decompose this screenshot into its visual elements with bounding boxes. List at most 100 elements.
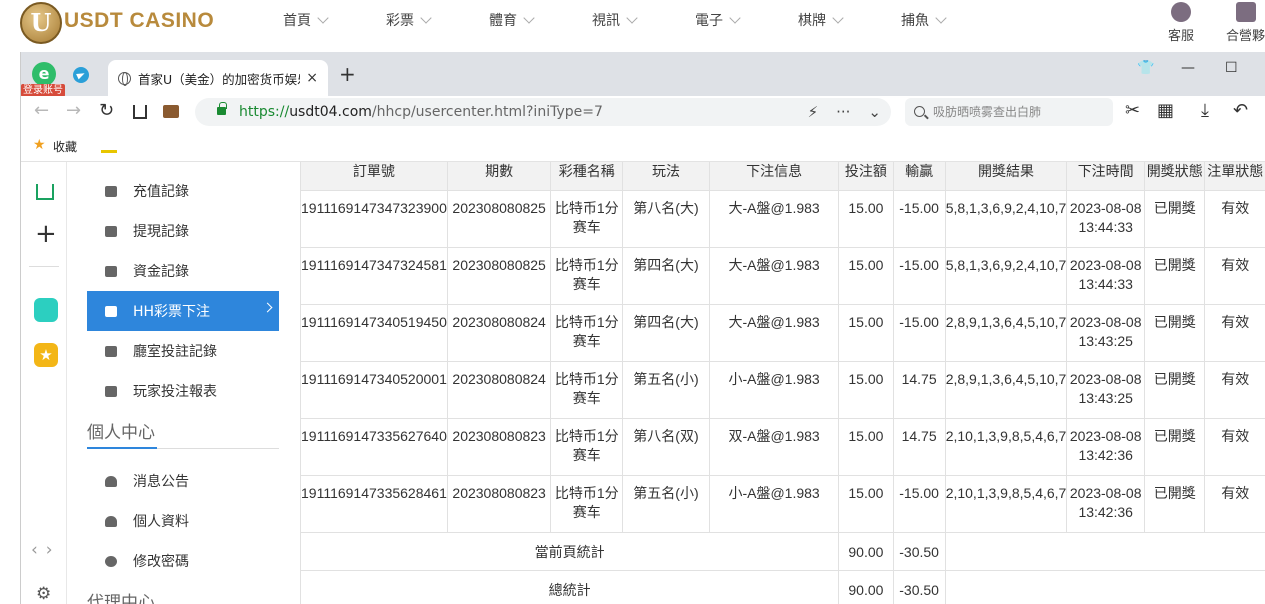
menu-fund-records[interactable]: 資金記錄: [87, 251, 279, 291]
reload-icon[interactable]: ↻: [99, 100, 114, 122]
menu-withdraw-records[interactable]: 提現記錄: [87, 211, 279, 251]
cell-bet-time: 2023-08-08 13:43:25: [1066, 361, 1146, 419]
cell-lottery-name: 比特币1分赛车: [550, 190, 624, 248]
browser-tab[interactable]: 首家U（美金）的加密货币娱乐 ×: [108, 60, 328, 96]
cell-win-loss: -15.00: [892, 304, 946, 362]
menu-label: 玩家投注報表: [133, 384, 217, 400]
cell-bet-amount: 15.00: [838, 190, 894, 248]
app-icon[interactable]: [34, 298, 58, 322]
menu-hall-bet-records[interactable]: 廳室投註記錄: [87, 331, 279, 371]
cell-play: 第八名(大): [622, 190, 710, 248]
cell-period: 202308080824: [446, 361, 552, 419]
new-tab-button[interactable]: +: [339, 64, 356, 84]
undo-icon[interactable]: ↶: [1233, 100, 1248, 122]
site-nav: 首頁 彩票 體育 視訊 電子 棋牌 捕魚: [283, 10, 981, 30]
total-empty: [944, 570, 1265, 604]
forward-arrow-icon[interactable]: →: [66, 100, 81, 122]
nav-sports[interactable]: 體育: [489, 10, 592, 30]
nav-lottery[interactable]: 彩票: [386, 10, 489, 30]
home-button[interactable]: [133, 105, 147, 119]
menu-hh-lottery-bets[interactable]: HH彩票下注: [87, 291, 279, 331]
nav-home[interactable]: 首頁: [283, 10, 386, 30]
cell-draw-status: 已開獎: [1144, 247, 1206, 305]
menu-deposit-records[interactable]: 充值記錄: [87, 171, 279, 211]
total-empty: [944, 532, 1265, 571]
cell-order-no: 1911169147340520001: [300, 361, 448, 419]
cell-win-loss: -15.00: [892, 475, 946, 533]
scissors-icon[interactable]: ✂: [1125, 100, 1140, 122]
tab-close-button[interactable]: ×: [306, 70, 318, 86]
minimize-button[interactable]: —: [1181, 60, 1195, 76]
url-protocol: https://: [239, 104, 290, 120]
cell-bet-status: 有效: [1204, 247, 1265, 305]
more-icon[interactable]: ···: [836, 98, 850, 126]
browser-extension-icon[interactable]: e: [32, 62, 56, 86]
nav-fishing[interactable]: 捕魚: [901, 10, 981, 30]
address-bar[interactable]: https://usdt04.com/hhcp/usercenter.html?…: [195, 98, 891, 126]
money-bag-icon: [105, 185, 117, 197]
chevron-down-icon: [317, 12, 329, 24]
cell-bet-amount: 15.00: [838, 361, 894, 419]
table-header-row: 訂單號 期數 彩種名稱 玩法 下注信息 投注額 輸贏 開獎結果 下注時間 開獎狀…: [300, 162, 1265, 191]
menu-label: 個人資料: [133, 514, 189, 530]
back-arrow-icon[interactable]: ←: [34, 100, 49, 122]
menu-profile[interactable]: 個人資料: [87, 501, 279, 541]
cell-bet-amount: 15.00: [838, 304, 894, 362]
nav-slots[interactable]: 電子: [695, 10, 798, 30]
report-icon: [105, 385, 117, 397]
grid-icon[interactable]: ▦: [1157, 100, 1174, 122]
logo-text[interactable]: USDT CASINO: [64, 8, 214, 34]
briefcase-button[interactable]: [163, 105, 179, 118]
cell-bet-info: 双-A盤@1.983: [708, 418, 840, 476]
list-icon: [105, 305, 117, 317]
cell-bet-time: 2023-08-08 13:44:33: [1066, 190, 1146, 248]
search-input[interactable]: 吸肪晒喷雾查出白肺: [905, 98, 1113, 126]
customer-service[interactable]: 客服: [1168, 0, 1194, 44]
bookmark-icon[interactable]: [101, 137, 117, 153]
lightning-icon[interactable]: ⚡: [808, 98, 819, 126]
cell-period: 202308080823: [446, 418, 552, 476]
bell-icon: [105, 475, 117, 487]
cell-period: 202308080823: [446, 475, 552, 533]
casino-logo[interactable]: U: [20, 2, 62, 44]
nav-live[interactable]: 視訊: [592, 10, 695, 30]
menu-notices[interactable]: 消息公告: [87, 461, 279, 501]
cell-win-loss: -15.00: [892, 190, 946, 248]
menu-change-password[interactable]: 修改密碼: [87, 541, 279, 581]
rail-collapse-arrows-icon[interactable]: ‹›: [31, 540, 61, 560]
cell-order-no: 1911169147347324581: [300, 247, 448, 305]
cell-order-no: 1911169147347323900: [300, 190, 448, 248]
add-icon[interactable]: +: [35, 221, 57, 247]
cell-win-loss: 14.75: [892, 418, 946, 476]
partner-label: 合營夥: [1226, 29, 1265, 44]
gear-icon[interactable]: ⚙: [36, 584, 51, 604]
download-icon[interactable]: ⤓: [1201, 100, 1209, 122]
maximize-button[interactable]: ☐: [1225, 60, 1238, 76]
cell-draw-status: 已開獎: [1144, 418, 1206, 476]
chevron-down-icon: [420, 12, 432, 24]
cell-bet-info: 大-A盤@1.983: [708, 190, 840, 248]
tab-title: 首家U（美金）的加密货币娱乐: [138, 71, 301, 87]
shirt-icon[interactable]: 👕: [1137, 60, 1154, 76]
cell-lottery-name: 比特币1分赛车: [550, 304, 624, 362]
menu-player-bet-report[interactable]: 玩家投注報表: [87, 371, 279, 411]
section-agent-center: 代理中心: [87, 593, 155, 604]
section-personal-center: 個人中心: [87, 423, 155, 443]
cell-order-no: 1911169147340519450: [300, 304, 448, 362]
cell-bet-status: 有效: [1204, 475, 1265, 533]
favorites-label[interactable]: 收藏: [53, 138, 77, 155]
cell-draw-result: 2,10,1,3,9,8,5,4,6,7: [944, 418, 1068, 476]
table-row: 1911169147340520001 202308080824 比特币1分赛车 第五…: [300, 361, 1265, 419]
telegram-icon[interactable]: [73, 67, 89, 83]
favorites-app-icon[interactable]: ★: [34, 343, 58, 367]
col-bet-status: 注單狀態: [1204, 162, 1265, 191]
chevron-down-icon[interactable]: ⌄: [868, 98, 881, 126]
cell-bet-info: 小-A盤@1.983: [708, 475, 840, 533]
table-row: 1911169147335627640 202308080823 比特币1分赛车 第八…: [300, 418, 1265, 476]
nav-chess[interactable]: 棋牌: [798, 10, 901, 30]
globe-icon: [118, 71, 131, 86]
chevron-down-icon: [626, 12, 638, 24]
partner-link[interactable]: 合營夥: [1226, 0, 1265, 44]
home-icon[interactable]: [36, 184, 54, 200]
records-icon: [105, 345, 117, 357]
